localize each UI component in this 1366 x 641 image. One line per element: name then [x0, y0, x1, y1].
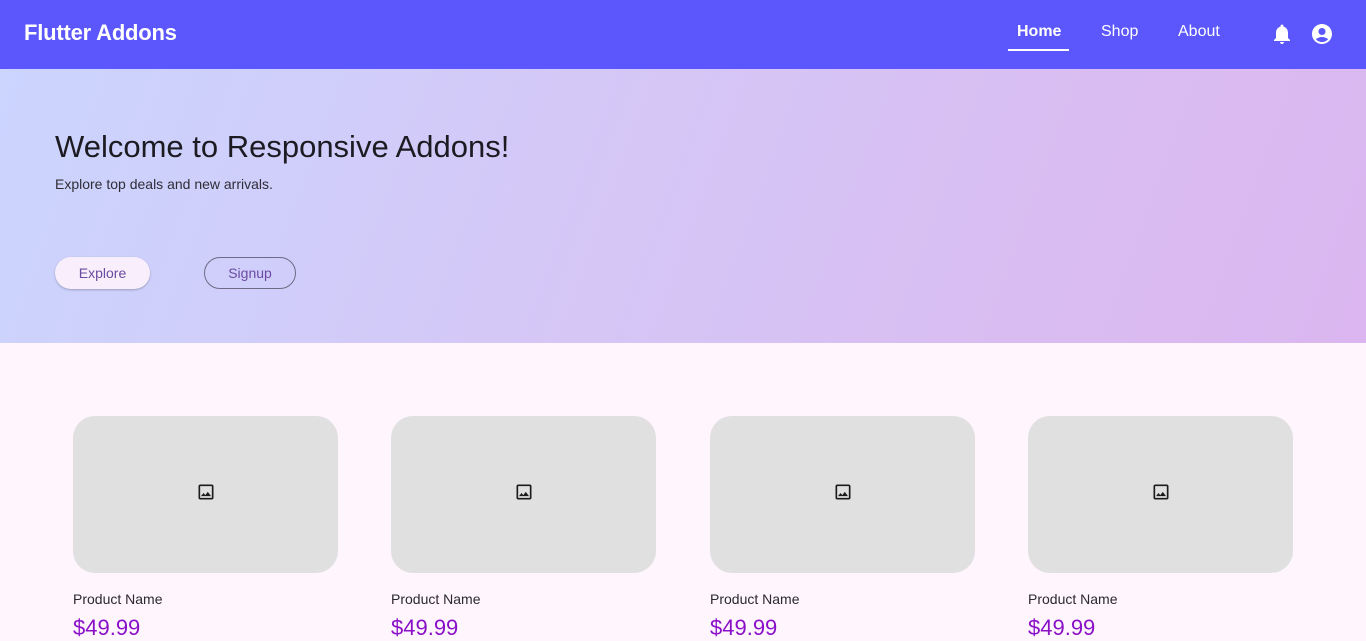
explore-button[interactable]: Explore: [55, 257, 150, 289]
nav-shop[interactable]: Shop: [1101, 23, 1138, 41]
hero-subtitle: Explore top deals and new arrivals.: [55, 176, 273, 192]
product-name: Product Name: [1028, 591, 1118, 607]
bell-icon[interactable]: [1270, 22, 1294, 46]
product-price: $49.99: [391, 615, 459, 640]
hero-title: Welcome to Responsive Addons!: [55, 129, 510, 164]
app-bar: Flutter Addons Home Shop About: [0, 0, 1366, 69]
product-card[interactable]: Product Name $49.99: [391, 416, 656, 641]
product-name: Product Name: [73, 591, 163, 607]
product-price: $49.99: [73, 615, 141, 640]
product-name: Product Name: [391, 591, 481, 607]
product-card[interactable]: Product Name $49.99: [710, 416, 975, 641]
image-icon: [514, 482, 534, 507]
image-icon: [196, 482, 216, 507]
nav-home[interactable]: Home: [1017, 23, 1061, 41]
product-price: $49.99: [710, 615, 778, 640]
product-name: Product Name: [710, 591, 800, 607]
product-image-placeholder: [710, 416, 975, 573]
signup-button[interactable]: Signup: [204, 257, 296, 289]
nav-about[interactable]: About: [1178, 23, 1220, 41]
hero-banner: Welcome to Responsive Addons! Explore to…: [0, 69, 1366, 343]
nav-active-indicator: [1008, 49, 1069, 51]
account-circle-icon[interactable]: [1310, 22, 1334, 46]
product-card[interactable]: Product Name $49.99: [73, 416, 338, 641]
app-title: Flutter Addons: [24, 20, 177, 45]
product-price: $49.99: [1028, 615, 1096, 640]
product-image-placeholder: [391, 416, 656, 573]
image-icon: [833, 482, 853, 507]
product-card[interactable]: Product Name $49.99: [1028, 416, 1293, 641]
image-icon: [1151, 482, 1171, 507]
product-image-placeholder: [1028, 416, 1293, 573]
product-image-placeholder: [73, 416, 338, 573]
